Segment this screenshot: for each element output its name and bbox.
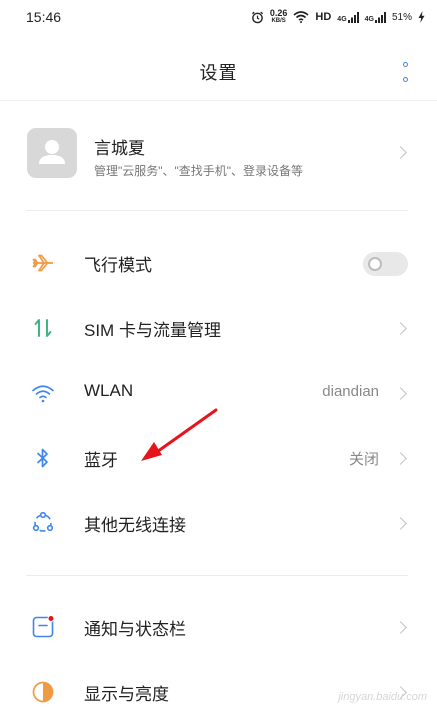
airplane-icon (32, 254, 53, 272)
sim-data-icon (34, 319, 52, 337)
connections-icon (32, 511, 54, 532)
battery-level: 51% (391, 11, 412, 23)
header-divider (0, 100, 437, 101)
setting-sim-data[interactable]: SIM 卡与流量管理 (0, 297, 437, 357)
wlan-network-name: diandian (322, 383, 379, 400)
setting-label: SIM 卡与流量管理 (84, 321, 221, 340)
airplane-mode-toggle[interactable] (363, 252, 408, 276)
alarm-icon (251, 11, 263, 23)
notification-icon (32, 615, 55, 638)
signal-4g-1: 4G (337, 11, 359, 23)
setting-label: 显示与亮度 (84, 685, 169, 704)
setting-label: 蓝牙 (84, 451, 118, 470)
account-subtitle: 管理"云服务"、"查找手机"、登录设备等 (94, 164, 304, 178)
setting-other-wireless[interactable]: 其他无线连接 (0, 492, 437, 552)
account-name: 言城夏 (94, 139, 145, 158)
bluetooth-icon (37, 448, 48, 468)
chevron-right-icon (394, 146, 407, 159)
toggle-knob (368, 257, 382, 271)
chevron-right-icon (394, 517, 407, 530)
setting-label: WLAN (84, 381, 134, 400)
chevron-right-icon (394, 621, 407, 634)
brightness-icon (32, 681, 54, 703)
page-title: 设置 (199, 63, 238, 83)
bluetooth-status: 关闭 (348, 451, 379, 468)
chevron-right-icon (394, 387, 407, 400)
avatar (27, 128, 77, 178)
setting-label: 其他无线连接 (84, 516, 186, 535)
network-speed: 0.26 KB/S (269, 8, 288, 25)
setting-airplane-mode[interactable]: 飞行模式 (0, 232, 437, 292)
wifi-icon (293, 11, 309, 23)
wifi-icon (32, 385, 54, 403)
more-options-icon[interactable] (401, 62, 409, 82)
signal-icon (374, 11, 386, 23)
watermark: jingyan.baidu.com (338, 691, 427, 703)
annotation-arrow-icon (141, 408, 218, 461)
section-divider (26, 210, 408, 211)
account-row[interactable]: 言城夏 管理"云服务"、"查找手机"、登录设备等 (0, 122, 437, 186)
hd-badge: HD (315, 11, 332, 23)
header: 设置 (0, 50, 437, 94)
status-time: 15:46 (26, 9, 62, 25)
section-divider (26, 575, 408, 576)
chevron-right-icon (394, 322, 407, 335)
signal-icon (347, 11, 359, 23)
signal-4g-2: 4G (365, 11, 386, 23)
charging-icon (418, 11, 425, 23)
status-icons: 0.26 KB/S HD 4G 4G 51% (251, 9, 425, 25)
setting-notifications[interactable]: 通知与状态栏 (0, 596, 437, 656)
setting-label: 通知与状态栏 (84, 620, 186, 639)
status-bar: 15:46 0.26 KB/S HD 4G 4G 51% (0, 0, 437, 34)
chevron-right-icon (394, 452, 407, 465)
setting-label: 飞行模式 (84, 256, 152, 275)
user-icon (39, 140, 65, 164)
